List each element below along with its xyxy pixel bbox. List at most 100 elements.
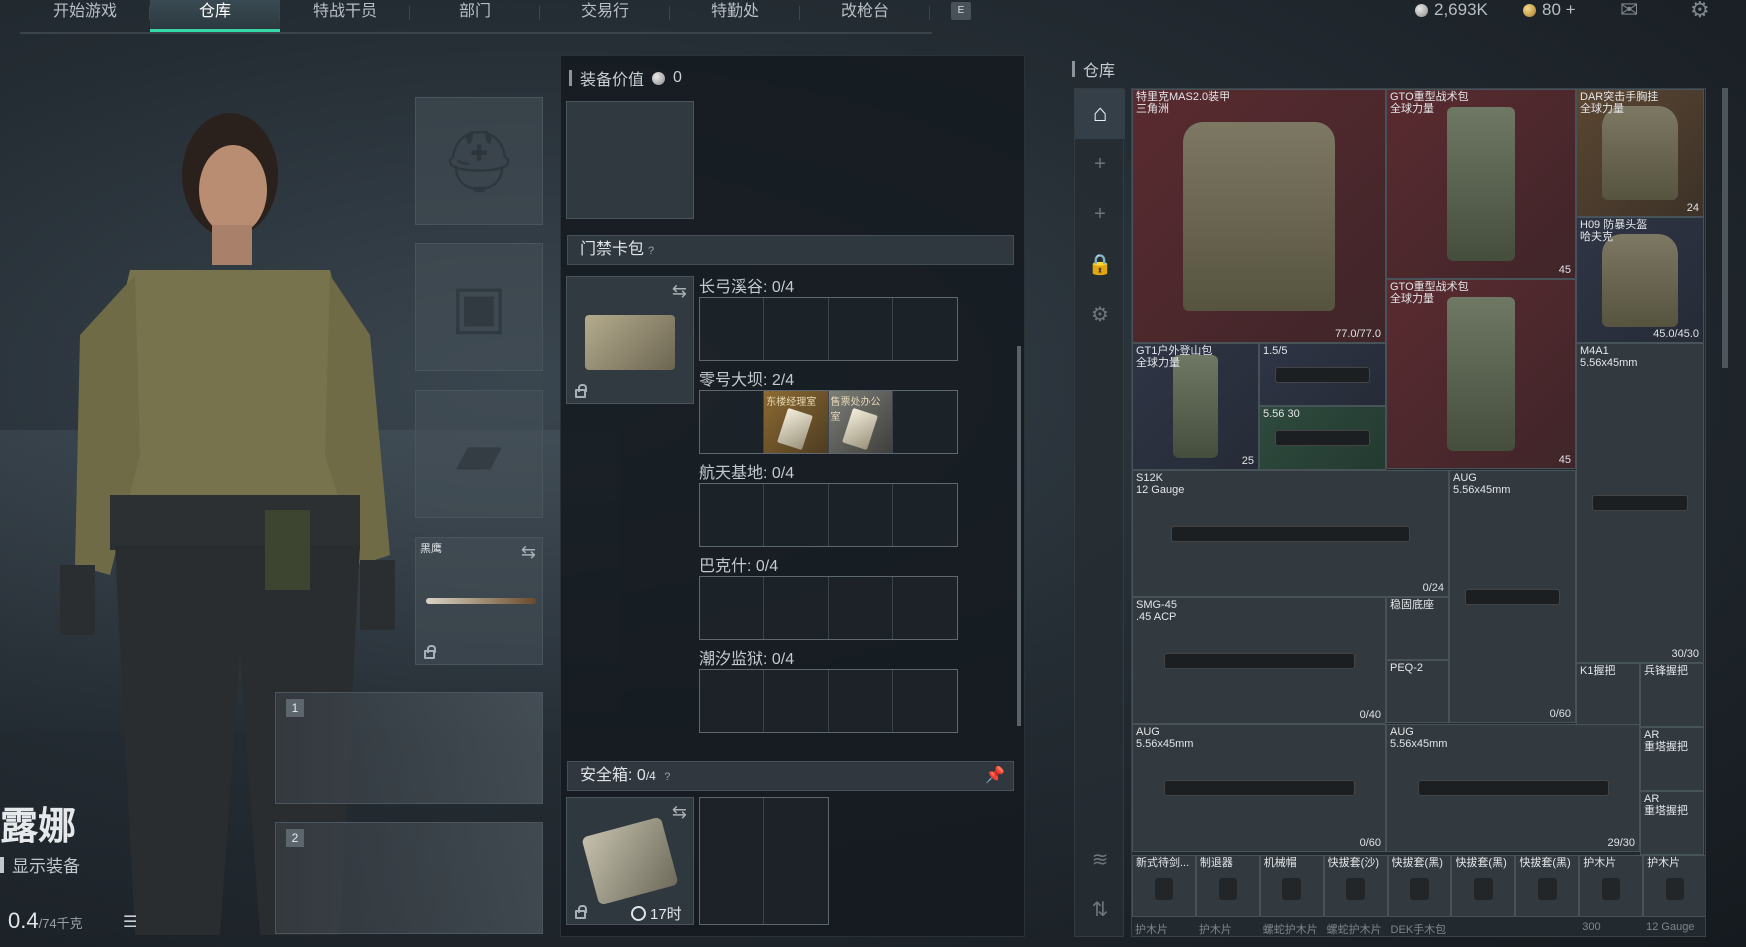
add-icon[interactable]: + — [1075, 139, 1125, 189]
item-count: 45.0/45.0 — [1653, 328, 1699, 340]
gold-currency[interactable]: 80 + — [1523, 0, 1576, 20]
storage-item[interactable]: 兵锋握把 — [1640, 663, 1704, 727]
storage-item[interactable]: GTO重型战术包 全球力量 45 — [1386, 89, 1576, 279]
storage-item-small[interactable]: 快拔套(黑) — [1515, 855, 1580, 917]
item-image — [1450, 471, 1575, 722]
keycard-item[interactable]: 东楼经理室 — [764, 391, 829, 453]
lock-icon[interactable] — [575, 384, 587, 398]
storage-item[interactable]: AUG 5.56x45mm 0/60 — [1132, 724, 1386, 852]
scrollbar[interactable] — [1722, 88, 1728, 368]
lock-icon[interactable] — [575, 905, 587, 919]
storage-item[interactable]: AR 重塔握把 — [1640, 791, 1704, 855]
item-count: 25 — [1241, 455, 1254, 467]
item-name: 快拔套(黑) — [1391, 857, 1443, 869]
swap-icon[interactable]: ⇆ — [672, 803, 687, 821]
tab-department[interactable]: 部门 — [410, 0, 540, 32]
keycard-grid[interactable] — [699, 669, 958, 733]
swap-icon[interactable]: ⇆ — [672, 282, 687, 300]
keycard-pack-header[interactable]: 门禁卡包? — [567, 235, 1014, 265]
slot-number: 2 — [286, 829, 304, 847]
primary-weapon-slot-2[interactable]: 2 — [275, 822, 543, 934]
tab-trade[interactable]: 交易行 — [540, 0, 670, 32]
layers-icon[interactable]: ≋ — [1075, 834, 1125, 884]
item-image — [1133, 90, 1385, 342]
storage-item[interactable]: M4A1 5.56x45mm 30/30 — [1576, 343, 1704, 663]
storage-item[interactable]: DAR突击手胸挂 全球力量 24 — [1576, 89, 1704, 217]
armor-placeholder-icon: ▣ — [450, 273, 508, 340]
lock-icon[interactable]: 🔒 — [1075, 239, 1125, 289]
keycard-grid[interactable]: 东楼经理室 售票处办公室 — [699, 390, 958, 454]
item-image — [1410, 878, 1429, 900]
item-count: 45 — [1558, 264, 1571, 276]
helmet-slot[interactable]: ⛑ — [415, 97, 543, 225]
item-name: 护木片 — [1647, 857, 1681, 869]
tab-start-game[interactable]: 开始游戏 — [20, 0, 150, 32]
storage-item[interactable]: AUG 5.56x45mm 0/60 — [1449, 470, 1576, 723]
add-icon[interactable]: + — [1075, 189, 1125, 239]
keycard-item[interactable]: 售票处办公室 — [828, 391, 893, 453]
storage-item-small[interactable]: 新式待剑... — [1132, 855, 1196, 917]
storage-item[interactable]: 稳固底座 — [1386, 597, 1449, 660]
tab-warehouse[interactable]: 仓库 — [150, 0, 280, 32]
item-name: 护木片 — [1135, 924, 1168, 936]
storage-item[interactable]: PEQ-2 — [1386, 660, 1449, 723]
keycard-grid[interactable] — [699, 483, 958, 547]
storage-item[interactable]: AR 重塔握把 — [1640, 727, 1704, 791]
weight-max: /74千克 — [38, 916, 83, 931]
storage-item-small[interactable]: 快拔套(黑) — [1451, 855, 1516, 917]
storage-item[interactable]: GT1户外登山包 全球力量 25 — [1132, 343, 1259, 470]
storage-item[interactable]: GTO重型战术包 全球力量 45 — [1386, 279, 1576, 469]
armor-slot[interactable]: ▣ — [415, 243, 543, 371]
storage-item[interactable]: K1握把 — [1576, 663, 1640, 727]
silver-currency[interactable]: 2,693K — [1415, 0, 1488, 20]
primary-weapon-slot-1[interactable]: 1 — [275, 692, 543, 804]
pin-icon[interactable]: 📌 — [985, 762, 1005, 790]
keycard-grid[interactable] — [699, 297, 958, 361]
next-tab-key-hint[interactable]: E — [951, 2, 971, 20]
storage-item-small[interactable]: 快拔套(黑) — [1387, 855, 1452, 917]
item-count: 29/30 — [1607, 837, 1635, 849]
settings-gear-icon[interactable]: ⚙ — [1075, 289, 1125, 339]
show-equipment-toggle[interactable]: 显示装备 — [0, 852, 80, 877]
help-icon[interactable]: ? — [648, 245, 654, 257]
settings-gear-icon[interactable]: ⚙ — [1690, 0, 1710, 21]
mail-icon[interactable]: ✉ — [1620, 0, 1638, 21]
item-count: 77.0/77.0 — [1335, 328, 1381, 340]
safe-box-grid[interactable] — [699, 797, 829, 925]
operator-character-model — [60, 113, 395, 935]
pistol-slot[interactable]: ▰ — [415, 390, 543, 518]
sort-icon[interactable]: ⇅ — [1075, 884, 1125, 934]
item-name: SMG-45 .45 ACP — [1136, 599, 1177, 623]
tab-gunsmith[interactable]: 改枪台 — [800, 0, 930, 32]
item-name: K1握把 — [1580, 665, 1616, 677]
list-view-icon[interactable]: ☰ — [123, 912, 137, 932]
storage-item[interactable]: S12K 12 Gauge 0/24 — [1132, 470, 1449, 597]
item-name: 护木片 — [1198, 924, 1232, 936]
storage-item-small[interactable]: 机械帽 — [1259, 855, 1324, 917]
storage-item[interactable]: 特里克MAS2.0装甲 三角洲 77.0/77.0 — [1132, 89, 1386, 343]
storage-sidebar: ⌂ + + 🔒 ⚙ ≋ ⇅ — [1074, 88, 1125, 937]
lock-icon[interactable] — [424, 645, 436, 659]
backpack-slot[interactable] — [566, 101, 694, 219]
storage-item-small[interactable]: 护木片 — [1579, 855, 1644, 917]
swap-icon[interactable]: ⇆ — [521, 543, 536, 561]
storage-home-icon[interactable]: ⌂ — [1075, 89, 1125, 139]
storage-item-small[interactable]: 护木片 — [1643, 855, 1705, 917]
storage-item[interactable]: H09 防暴头盔 哈夫克 45.0/45.0 — [1576, 217, 1704, 343]
storage-item[interactable]: 1.5/5 — [1259, 343, 1386, 406]
help-icon[interactable]: ? — [664, 771, 670, 783]
storage-item[interactable]: AUG 5.56x45mm 29/30 — [1386, 724, 1640, 852]
storage-item[interactable]: 5.56 30 — [1259, 406, 1386, 470]
safe-box-slot[interactable]: ⇆ 17时 — [566, 797, 694, 925]
storage-item[interactable]: SMG-45 .45 ACP 0/40 — [1132, 597, 1386, 724]
tab-operators[interactable]: 特战干员 — [280, 0, 410, 32]
melee-slot[interactable]: 黑鹰 ⇆ — [415, 537, 543, 665]
storage-item-small[interactable]: 制退器 — [1195, 855, 1260, 917]
tab-special-service[interactable]: 特勤处 — [670, 0, 800, 32]
item-name: 特里克MAS2.0装甲 三角洲 — [1136, 91, 1231, 115]
storage-item-small[interactable]: 快拔套(沙) — [1323, 855, 1388, 917]
scrollbar[interactable] — [1017, 346, 1021, 726]
keycard-pack-slot[interactable]: ⇆ — [566, 276, 694, 404]
safe-box-header[interactable]: 安全箱: 0/4 ? 📌 — [567, 761, 1014, 791]
keycard-grid[interactable] — [699, 576, 958, 640]
